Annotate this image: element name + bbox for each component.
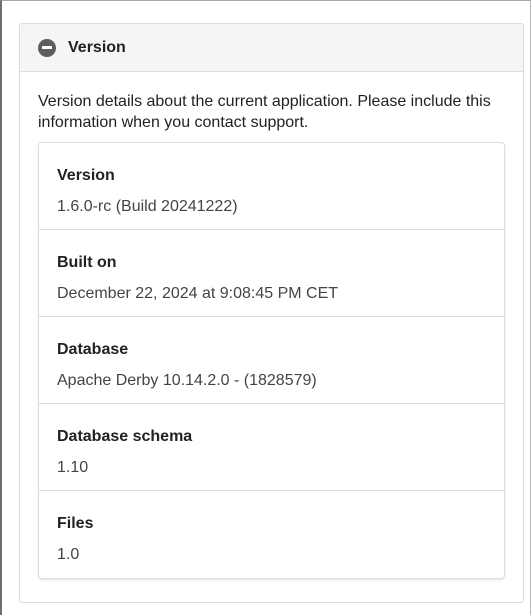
detail-label: Built on (57, 254, 117, 271)
detail-label: Database schema (57, 428, 193, 445)
detail-database: Database Apache Derby 10.14.2.0 - (18285… (39, 317, 504, 404)
detail-value: Apache Derby 10.14.2.0 - (1828579) (57, 372, 317, 389)
version-details-list: Version 1.6.0-rc (Build 20241222) Built … (38, 142, 505, 579)
collapse-icon[interactable] (38, 38, 56, 57)
version-panel-header[interactable]: Version (20, 24, 523, 72)
version-description: Version details about the current applic… (38, 93, 491, 131)
panel-title: Version (68, 38, 126, 56)
version-panel: Version Version details about the curren… (19, 23, 524, 603)
detail-label: Database (57, 341, 129, 358)
detail-value: 1.0 (57, 546, 80, 563)
detail-value: December 22, 2024 at 9:08:45 PM CET (57, 285, 339, 302)
detail-database-schema: Database schema 1.10 (39, 404, 504, 491)
version-panel-body: Version details about the current applic… (20, 72, 523, 579)
detail-version: Version 1.6.0-rc (Build 20241222) (39, 143, 504, 230)
detail-built-on: Built on December 22, 2024 at 9:08:45 PM… (39, 230, 504, 317)
detail-value: 1.10 (57, 459, 89, 476)
detail-label: Version (57, 167, 115, 184)
detail-label: Files (57, 515, 94, 532)
detail-value: 1.6.0-rc (Build 20241222) (57, 198, 238, 215)
detail-files: Files 1.0 (39, 491, 504, 578)
